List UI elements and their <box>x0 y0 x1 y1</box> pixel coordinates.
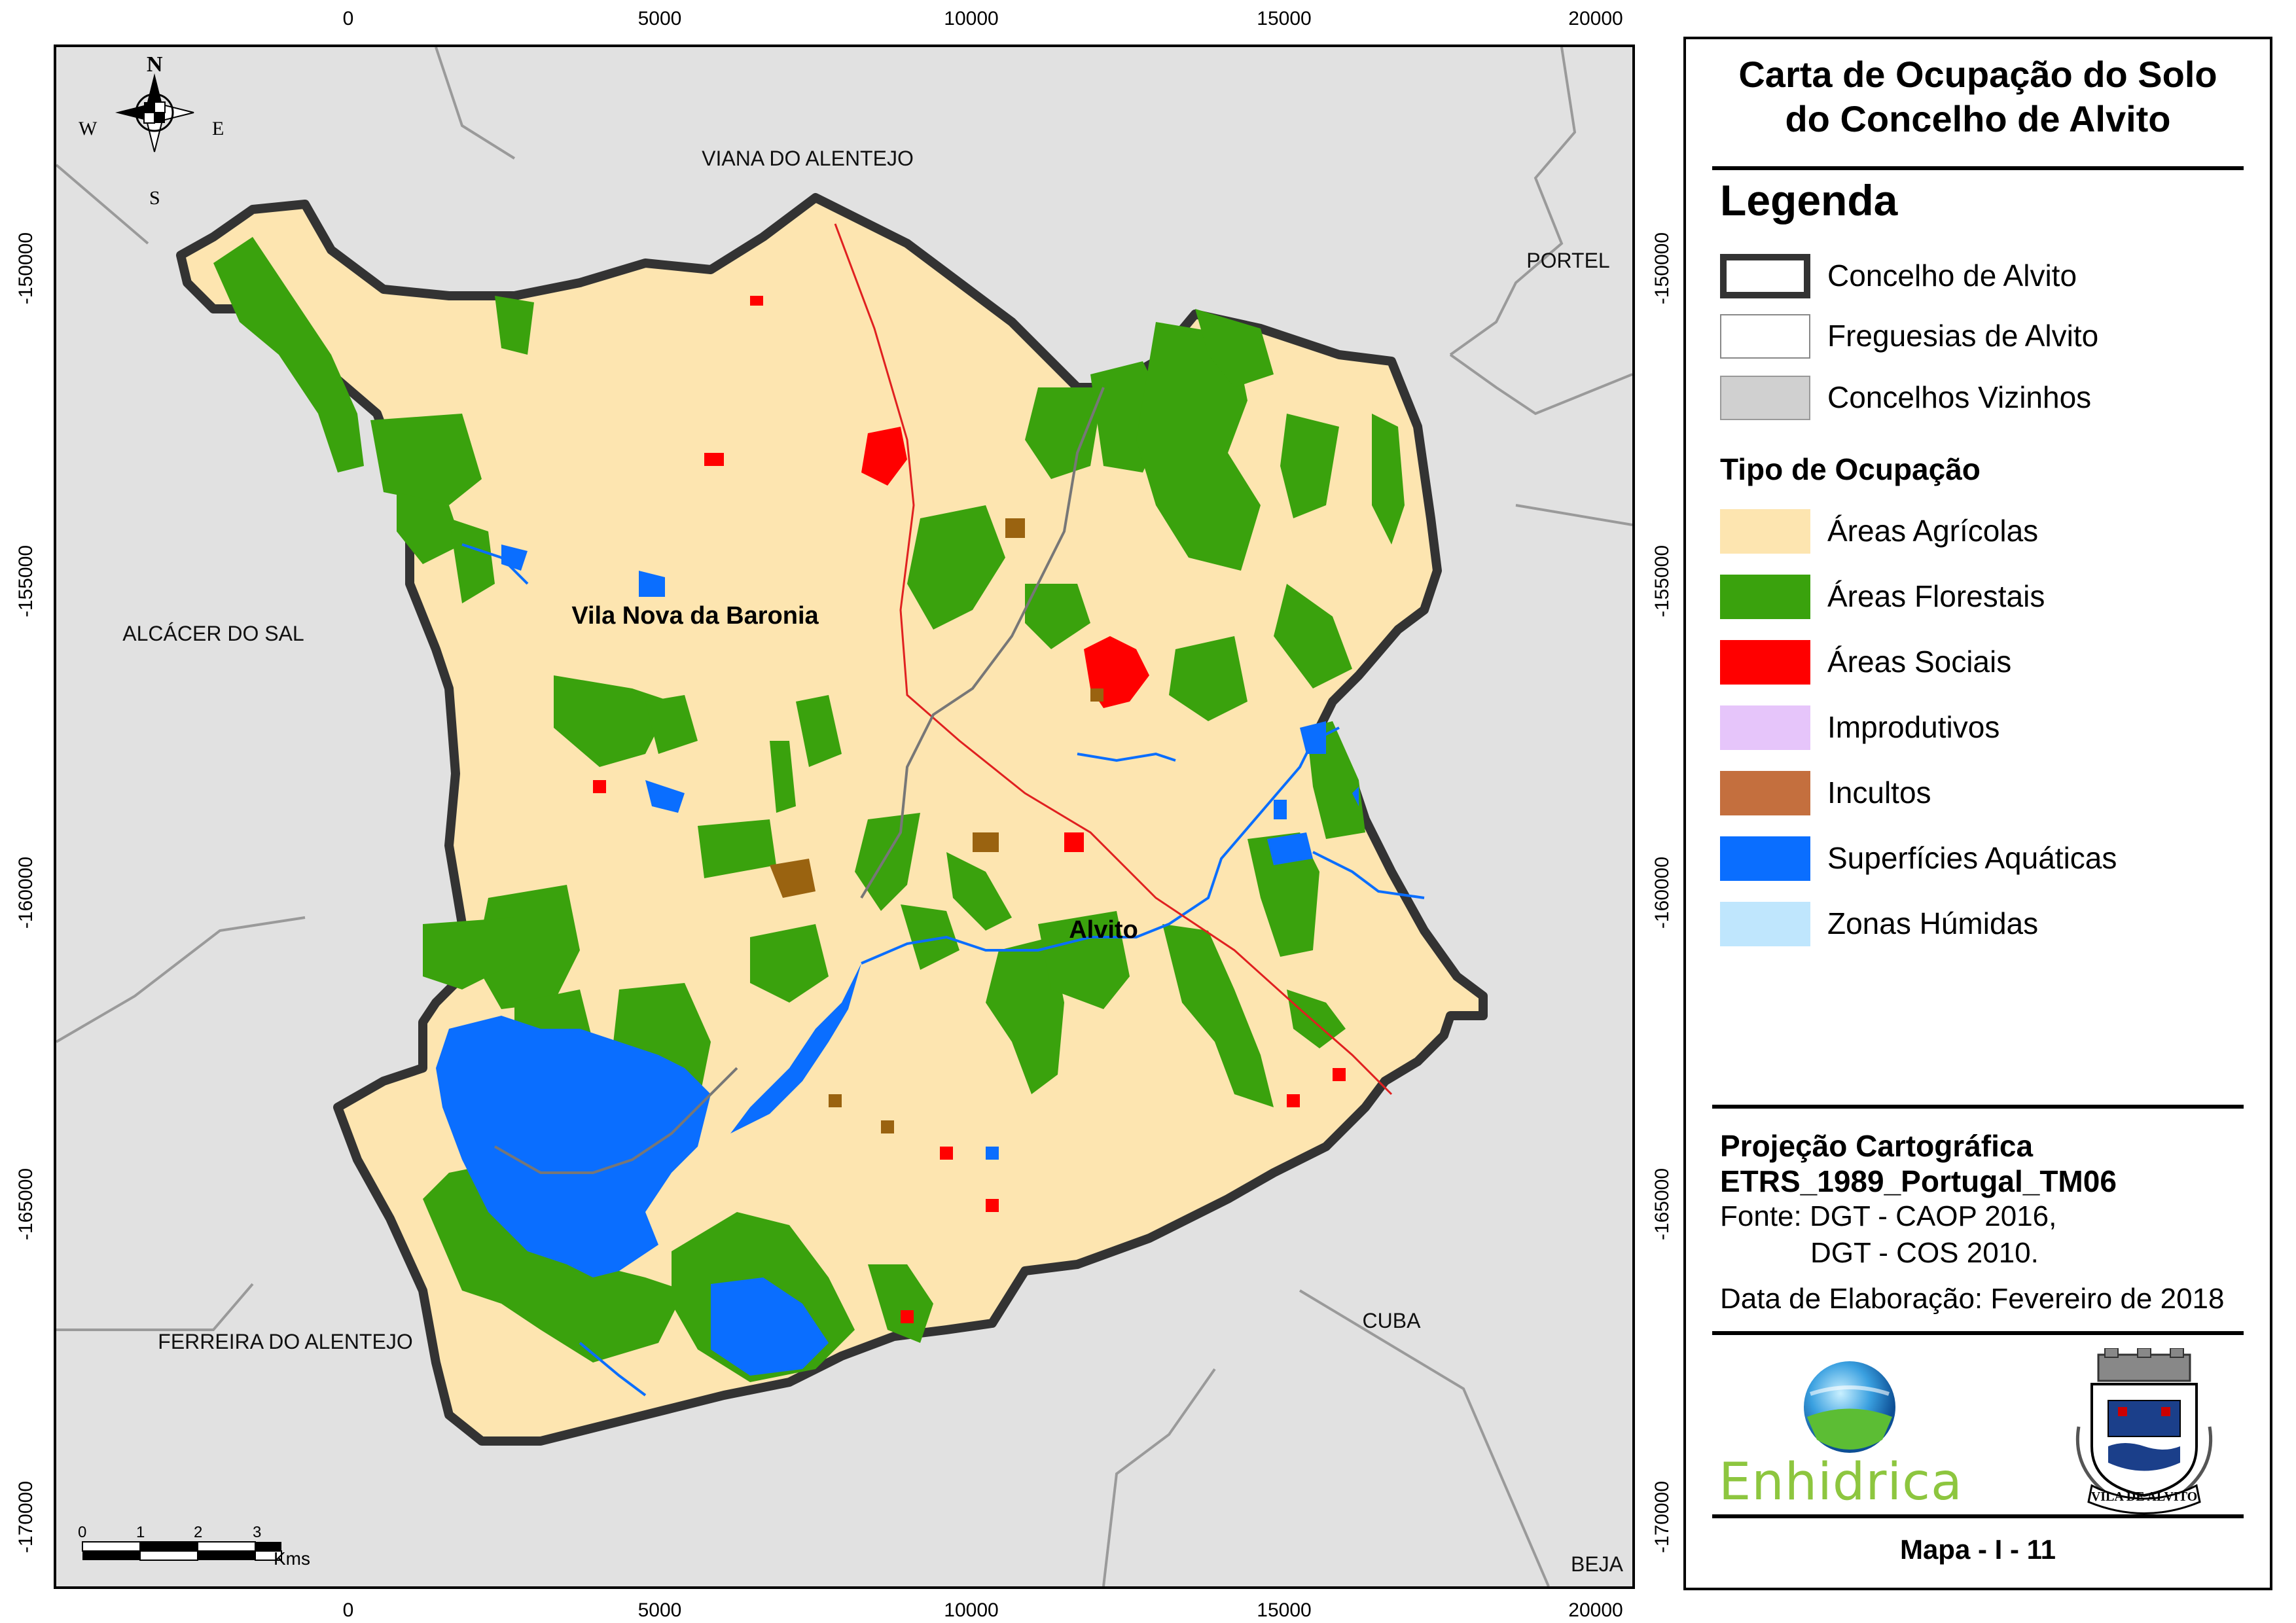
compass-north: N <box>147 52 163 77</box>
scale-label-3: 3 <box>253 1524 262 1541</box>
label-concelho-alvito: Concelho de Alvito <box>1827 259 2077 293</box>
y-tick-left-150000: -150000 <box>15 232 37 305</box>
compass-east: E <box>212 118 224 139</box>
label-superficies-aquaticas: Superfícies Aquáticas <box>1827 841 2117 875</box>
x-tick-top-0: 0 <box>342 8 354 29</box>
legend-heading: Legenda <box>1720 176 1898 224</box>
swatch-concelhos-vizinhos <box>1720 376 1810 420</box>
x-tick-top-15000: 15000 <box>1257 8 1312 29</box>
neighbor-portel: PORTEL <box>1526 249 1610 272</box>
land-cover-map <box>56 47 1632 1586</box>
crest-banner-text: VILA DE ALVITO <box>2090 1489 2198 1504</box>
scale-label-1: 1 <box>136 1524 145 1541</box>
swatch-superficies-aquaticas <box>1720 836 1810 881</box>
parish-vila-nova-da-baronia: Vila Nova da Baronia <box>571 602 819 630</box>
scale-bar <box>82 1541 282 1561</box>
map-number: Mapa - I - 11 <box>1899 1534 2056 1565</box>
map-frame[interactable]: N S W E VIANA DO ALENTEJO PORTEL ALCÁCER… <box>54 45 1635 1589</box>
label-incultos: Incultos <box>1827 776 1931 810</box>
x-tick-bottom-20000: 20000 <box>1568 1599 1623 1621</box>
footer-divider <box>1712 1514 2244 1518</box>
scale-label-2: 2 <box>194 1524 203 1541</box>
source-line2: DGT - COS 2010. <box>1810 1237 2039 1269</box>
y-tick-left-155000: -155000 <box>15 544 37 618</box>
map-title-line1: Carta de Ocupação do Solo <box>1738 54 2217 95</box>
compass-rose <box>115 73 194 152</box>
compass-south: S <box>149 187 160 209</box>
compass-west: W <box>79 118 98 139</box>
swatch-freguesias-alvito <box>1720 314 1810 359</box>
parish-alvito: Alvito <box>1069 916 1138 944</box>
x-tick-bottom-0: 0 <box>342 1599 354 1621</box>
neighbor-cuba: CUBA <box>1362 1309 1421 1332</box>
title-divider <box>1712 166 2244 170</box>
globe-icon <box>1804 1361 1895 1453</box>
alvito-crest: VILA DE ALVITO <box>2053 1347 2236 1518</box>
enhidrica-wordmark: Enhidrica <box>1719 1453 1963 1512</box>
y-tick-right-150000: -150000 <box>1651 232 1673 305</box>
info-divider <box>1712 1105 2244 1109</box>
x-tick-top-5000: 5000 <box>637 8 682 29</box>
y-tick-right-160000: -160000 <box>1651 856 1673 929</box>
neighbor-alcacer-do-sal: ALCÁCER DO SAL <box>122 622 304 645</box>
projection-name: ETRS_1989_Portugal_TM06 <box>1720 1164 2117 1198</box>
legend-panel: Carta de Ocupação do Solo do Concelho de… <box>1683 37 2272 1590</box>
label-areas-sociais: Áreas Sociais <box>1827 645 2012 679</box>
enhidrica-logo: Enhidrica <box>1719 1355 1981 1512</box>
occupation-heading: Tipo de Ocupação <box>1720 452 1981 486</box>
y-tick-right-155000: -155000 <box>1651 544 1673 618</box>
label-freguesias-alvito: Freguesias de Alvito <box>1827 319 2099 353</box>
scale-label-0: 0 <box>78 1524 87 1541</box>
date-of-preparation: Data de Elaboração: Fevereiro de 2018 <box>1720 1283 2225 1315</box>
swatch-concelho-alvito <box>1720 254 1810 298</box>
x-tick-top-10000: 10000 <box>944 8 999 29</box>
y-tick-left-170000: -170000 <box>15 1480 37 1554</box>
swatch-incultos <box>1720 771 1810 815</box>
scale-unit: Kms <box>274 1548 310 1569</box>
y-tick-right-165000: -165000 <box>1651 1168 1673 1241</box>
y-tick-left-160000: -160000 <box>15 856 37 929</box>
x-tick-bottom-10000: 10000 <box>944 1599 999 1621</box>
x-tick-top-20000: 20000 <box>1568 8 1623 29</box>
label-improdutivos: Improdutivos <box>1827 710 2000 744</box>
label-concelhos-vizinhos: Concelhos Vizinhos <box>1827 380 2092 414</box>
swatch-areas-florestais <box>1720 575 1810 619</box>
y-tick-left-165000: -165000 <box>15 1168 37 1241</box>
map-title-line2: do Concelho de Alvito <box>1785 98 2171 139</box>
x-tick-bottom-15000: 15000 <box>1257 1599 1312 1621</box>
swatch-zonas-humidas <box>1720 902 1810 946</box>
source-line1: Fonte: DGT - CAOP 2016, <box>1720 1200 2057 1232</box>
x-tick-bottom-5000: 5000 <box>637 1599 682 1621</box>
label-areas-agricolas: Áreas Agrícolas <box>1827 514 2039 548</box>
neighbor-beja: BEJA <box>1570 1552 1624 1576</box>
label-zonas-humidas: Zonas Húmidas <box>1827 906 2039 940</box>
y-tick-right-170000: -170000 <box>1651 1480 1673 1554</box>
logo-divider <box>1712 1331 2244 1335</box>
swatch-areas-sociais <box>1720 640 1810 685</box>
label-areas-florestais: Áreas Florestais <box>1827 579 2045 613</box>
neighbor-ferreira-do-alentejo: FERREIRA DO ALENTEJO <box>158 1330 413 1353</box>
swatch-areas-agricolas <box>1720 509 1810 554</box>
alvito-outline <box>176 193 1488 1446</box>
swatch-improdutivos <box>1720 705 1810 750</box>
neighbor-viana-do-alentejo: VIANA DO ALENTEJO <box>702 147 914 170</box>
projection-heading: Projeção Cartográfica <box>1720 1129 2034 1163</box>
